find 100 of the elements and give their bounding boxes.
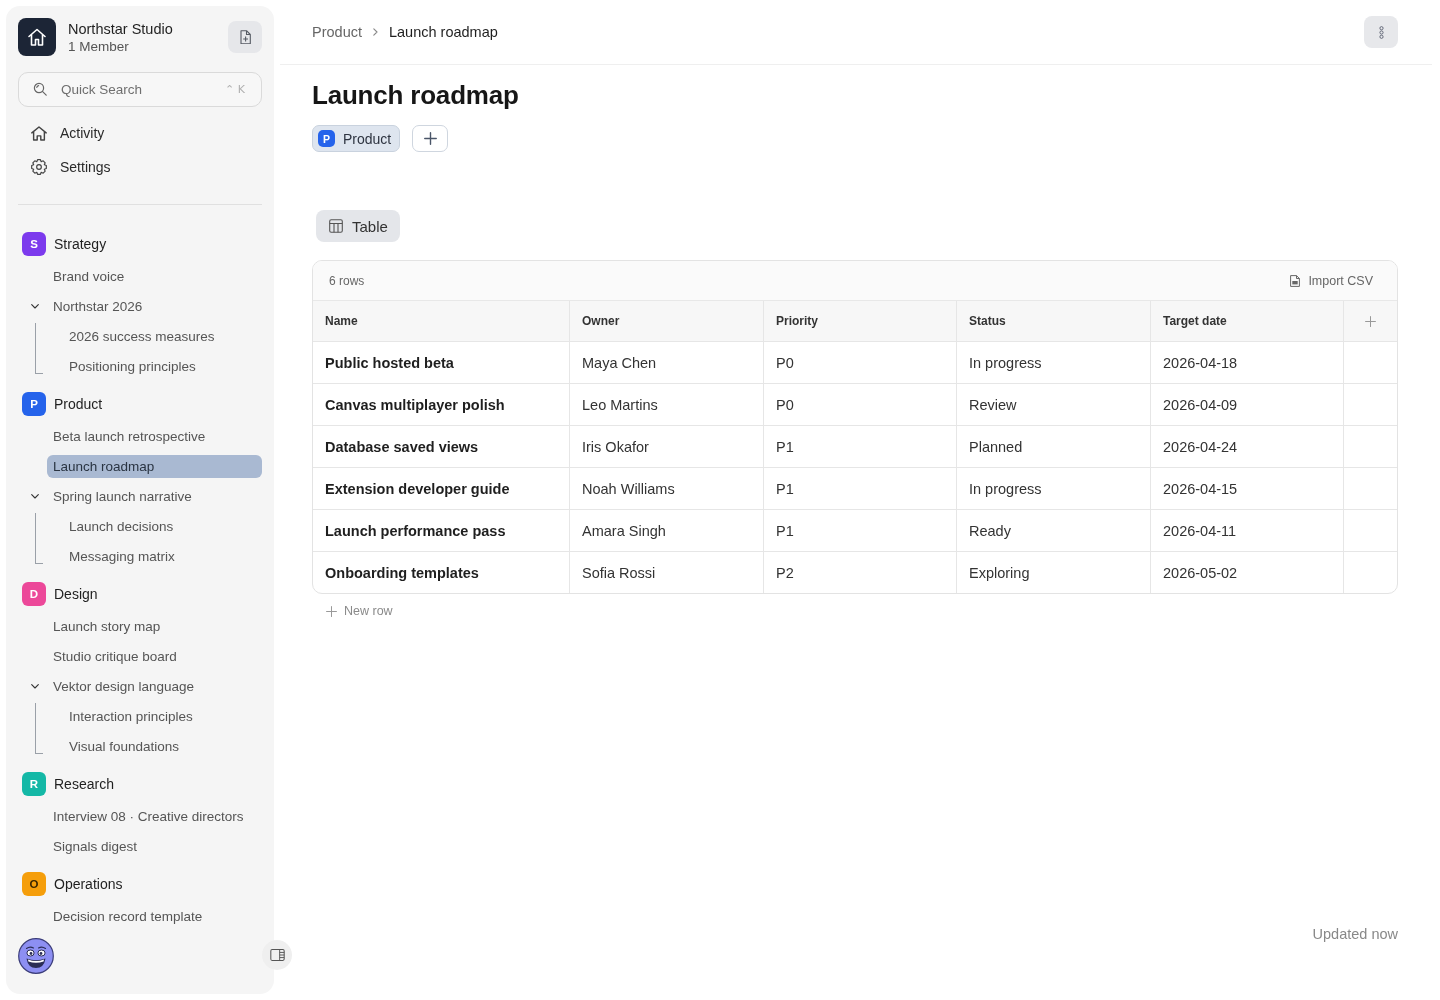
sidebar-item[interactable]: Northstar 2026 — [47, 294, 262, 318]
chevron-down-icon[interactable] — [31, 303, 39, 309]
workspace-name: Northstar Studio — [68, 19, 174, 38]
sidebar-item[interactable]: Launch roadmap — [47, 454, 262, 478]
section-badge: P — [22, 392, 46, 416]
sidebar-item[interactable]: Brand voice — [47, 264, 262, 288]
table-cell: Sofia Rossi — [570, 552, 764, 593]
breadcrumb-current: Launch roadmap — [389, 24, 498, 40]
table-cell: Onboarding templates — [313, 552, 570, 593]
page-title: Launch roadmap — [312, 79, 519, 112]
table-cell: 2026-04-15 — [1151, 468, 1344, 509]
sidebar-item[interactable]: Interview 08 · Creative directors — [47, 804, 262, 828]
section-badge: D — [22, 582, 46, 606]
tag-chip[interactable]: P Product — [312, 125, 401, 152]
table-cell: Public hosted beta — [313, 342, 570, 383]
sidebar-item[interactable]: Decision record template — [47, 904, 262, 928]
table-cell: P2 — [764, 552, 957, 593]
sidebar-item[interactable]: Launch decisions — [63, 514, 262, 538]
plus-icon — [423, 132, 437, 145]
sidebar-item[interactable]: Interaction principles — [63, 704, 262, 728]
table-cell: Iris Okafor — [570, 426, 764, 467]
view-tab[interactable]: Table — [316, 210, 400, 242]
file-icon — [1290, 274, 1301, 287]
section-badge: O — [22, 872, 46, 896]
table-cell: In progress — [957, 468, 1151, 509]
sidebar-item[interactable]: Positioning principles — [63, 354, 262, 378]
table-icon — [329, 219, 343, 233]
table-cell: Database saved views — [313, 426, 570, 467]
table-cell: 2026-04-09 — [1151, 384, 1344, 425]
table-cell: P1 — [764, 468, 957, 509]
tree-guide-line — [35, 703, 43, 754]
table-cell: Amara Singh — [570, 510, 764, 551]
avatar-icon[interactable] — [18, 938, 54, 974]
table-cell: Extension developer guide — [313, 468, 570, 509]
table-cell: Review — [957, 384, 1151, 425]
breadcrumb-link[interactable]: Product — [312, 24, 362, 40]
sidebar-item[interactable]: Messaging matrix — [63, 544, 262, 568]
save-status: Updated now — [1312, 925, 1398, 944]
search-icon — [33, 82, 47, 96]
chevron-down-icon[interactable] — [31, 683, 39, 689]
tag-badge: P — [318, 130, 335, 147]
sidebar-section[interactable]: P Product — [18, 387, 262, 421]
table-cell: P0 — [764, 384, 957, 425]
chevron-right-icon — [373, 28, 378, 36]
column-header[interactable]: Owner — [570, 301, 764, 341]
nav-item[interactable]: Activity — [18, 116, 262, 150]
column-header[interactable]: Priority — [764, 301, 957, 341]
sidebar-item[interactable]: Launch story map — [47, 614, 262, 638]
sidebar-section[interactable]: R Research — [18, 767, 262, 801]
table-cell: Noah Williams — [570, 468, 764, 509]
sidebar-section[interactable]: D Design — [18, 577, 262, 611]
table-cell: In progress — [957, 342, 1151, 383]
table-cell: Leo Martins — [570, 384, 764, 425]
table-cell: 2026-04-18 — [1151, 342, 1344, 383]
sidebar-item[interactable]: Beta launch retrospective — [47, 424, 262, 448]
section-badge: R — [22, 772, 46, 796]
nav-item[interactable]: Settings — [18, 150, 262, 184]
sidebar-item[interactable]: 2026 success measures — [63, 324, 262, 348]
chevron-down-icon[interactable] — [31, 493, 39, 499]
new-row-button[interactable]: New row — [312, 594, 397, 628]
home-icon[interactable] — [18, 18, 56, 56]
column-header[interactable]: Target date — [1151, 301, 1344, 341]
sidebar-item[interactable]: Signals digest — [47, 834, 262, 858]
sidebar-item[interactable]: Spring launch narrative — [47, 484, 262, 508]
tree-guide-line — [35, 323, 43, 374]
column-header[interactable]: Name — [313, 301, 570, 341]
add-tag-button[interactable] — [412, 125, 449, 152]
column-header[interactable]: Status — [957, 301, 1151, 341]
home-icon — [31, 125, 47, 141]
more-icon — [1378, 25, 1384, 39]
plus-icon — [1365, 315, 1376, 327]
new-page-button[interactable] — [228, 21, 262, 53]
file-plus-icon — [239, 29, 251, 45]
gear-icon — [31, 159, 47, 175]
plus-icon — [326, 605, 337, 617]
row-count: 6 rows — [329, 273, 365, 288]
member-count: 1 Member — [68, 37, 130, 55]
sidebar-toggle-button[interactable] — [262, 940, 292, 970]
section-badge: S — [22, 232, 46, 256]
table-cell: P0 — [764, 342, 957, 383]
table-cell: Maya Chen — [570, 342, 764, 383]
sidebar-section[interactable]: O Operations — [18, 867, 262, 901]
panel-icon — [269, 949, 285, 961]
table-cell: Canvas multiplayer polish — [313, 384, 570, 425]
table-cell: P1 — [764, 426, 957, 467]
table-cell: 2026-05-02 — [1151, 552, 1344, 593]
table-cell: Ready — [957, 510, 1151, 551]
table-cell: 2026-04-24 — [1151, 426, 1344, 467]
table-cell: Launch performance pass — [313, 510, 570, 551]
table-cell: 2026-04-11 — [1151, 510, 1344, 551]
shortcut-hint: ⌃ K — [225, 82, 245, 97]
sidebar-item[interactable]: Studio critique board — [47, 644, 262, 668]
sidebar-section[interactable]: S Strategy — [18, 227, 262, 261]
sidebar-item[interactable]: Visual foundations — [63, 734, 262, 758]
table-cell: P1 — [764, 510, 957, 551]
tree-guide-line — [35, 513, 43, 564]
table-cell: Planned — [957, 426, 1151, 467]
table-cell: Exploring — [957, 552, 1151, 593]
import-csv-button[interactable]: Import CSV — [1290, 273, 1373, 288]
sidebar-item[interactable]: Vektor design language — [47, 674, 262, 698]
